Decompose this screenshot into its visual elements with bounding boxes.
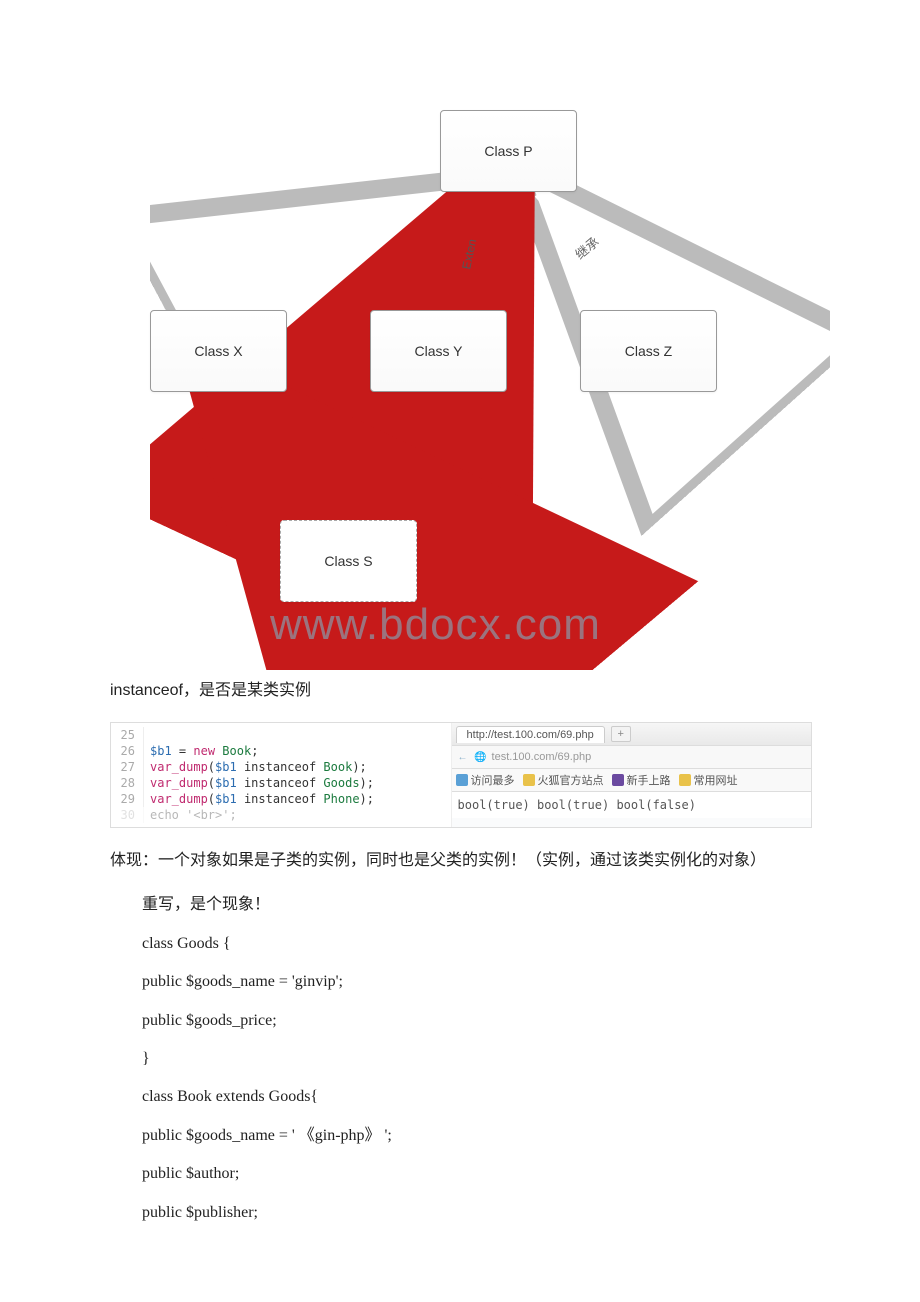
inheritance-diagram: Exten 继承 Class P Class X Class Y Class Z…: [150, 110, 830, 670]
code-browser-screenshot: 2526$b1 = new Book;27var_dump($b1 instan…: [110, 722, 812, 828]
paragraph-explanation: 体现：一个对象如果是子类的实例，同时也是父类的实例！（实例，通过该类实例化的对象…: [78, 846, 810, 876]
code-editor-line: 27var_dump($b1 instanceof Book);: [111, 759, 451, 775]
line-number: 27: [111, 759, 144, 775]
node-label: Class Y: [415, 343, 463, 359]
bookmark-icon: [679, 774, 691, 786]
node-label: Class S: [324, 553, 372, 569]
line-number: 26: [111, 743, 144, 759]
address-text: test.100.com/69.php: [492, 751, 592, 763]
bookmark-label: 火狐官方站点: [538, 772, 604, 788]
code-editor-line: 28var_dump($b1 instanceof Goods);: [111, 775, 451, 791]
code-editor-line: 25: [111, 727, 451, 743]
browser-tabbar: http://test.100.com/69.php +: [452, 723, 811, 746]
bookmark-item[interactable]: 火狐官方站点: [523, 772, 604, 788]
code-line: public $goods_name = ' 《gin-php》 ';: [142, 1121, 810, 1151]
line-number: 28: [111, 775, 144, 791]
code-editor-pane: 2526$b1 = new Book;27var_dump($b1 instan…: [111, 723, 452, 827]
code-line: class Goods {: [142, 929, 810, 959]
node-class-z: Class Z: [580, 310, 717, 392]
bookmark-item[interactable]: 访问最多: [456, 772, 515, 788]
bookmark-item[interactable]: 新手上路: [612, 772, 671, 788]
code-line: public $publisher;: [142, 1198, 810, 1228]
back-icon[interactable]: ←: [456, 750, 470, 764]
node-label: Class X: [194, 343, 242, 359]
code-line: class Book extends Goods{: [142, 1082, 810, 1112]
line-number: 30: [111, 807, 144, 823]
node-class-y: Class Y: [370, 310, 507, 392]
bookmark-label: 常用网址: [694, 772, 738, 788]
bookmark-icon: [456, 774, 468, 786]
bookmark-label: 新手上路: [627, 772, 671, 788]
browser-tab[interactable]: http://test.100.com/69.php: [456, 726, 605, 743]
line-number: 29: [111, 791, 144, 807]
bookmark-item[interactable]: 常用网址: [679, 772, 738, 788]
browser-output: bool(true) bool(true) bool(false): [452, 792, 811, 818]
node-class-s: Class S: [280, 520, 417, 602]
node-class-x: Class X: [150, 310, 287, 392]
code-editor-line: 30echo '<br>';: [111, 807, 451, 823]
browser-address-bar[interactable]: ← 🌐 test.100.com/69.php: [452, 746, 811, 769]
node-class-p: Class P: [440, 110, 577, 192]
instanceof-caption: instanceof，是否是某类实例: [110, 676, 810, 700]
new-tab-button[interactable]: +: [611, 726, 631, 742]
code-editor-line: 26$b1 = new Book;: [111, 743, 451, 759]
code-editor-line: 29var_dump($b1 instanceof Phone);: [111, 791, 451, 807]
code-line: public $author;: [142, 1159, 810, 1189]
bookmark-label: 访问最多: [471, 772, 515, 788]
line-number: 25: [111, 727, 144, 743]
code-line: public $goods_name = 'ginvip';: [142, 967, 810, 997]
code-line: }: [142, 1044, 810, 1074]
code-line: public $goods_price;: [142, 1006, 810, 1036]
bookmark-icon: [612, 774, 624, 786]
globe-icon: 🌐: [474, 750, 488, 764]
bookmark-icon: [523, 774, 535, 786]
bookmark-bar: 访问最多 火狐官方站点 新手上路 常用网址: [452, 769, 811, 792]
node-label: Class P: [484, 143, 532, 159]
node-label: Class Z: [625, 343, 672, 359]
browser-pane: http://test.100.com/69.php + ← 🌐 test.10…: [452, 723, 811, 827]
paragraph-rewrite: 重写，是个现象！: [110, 890, 810, 920]
